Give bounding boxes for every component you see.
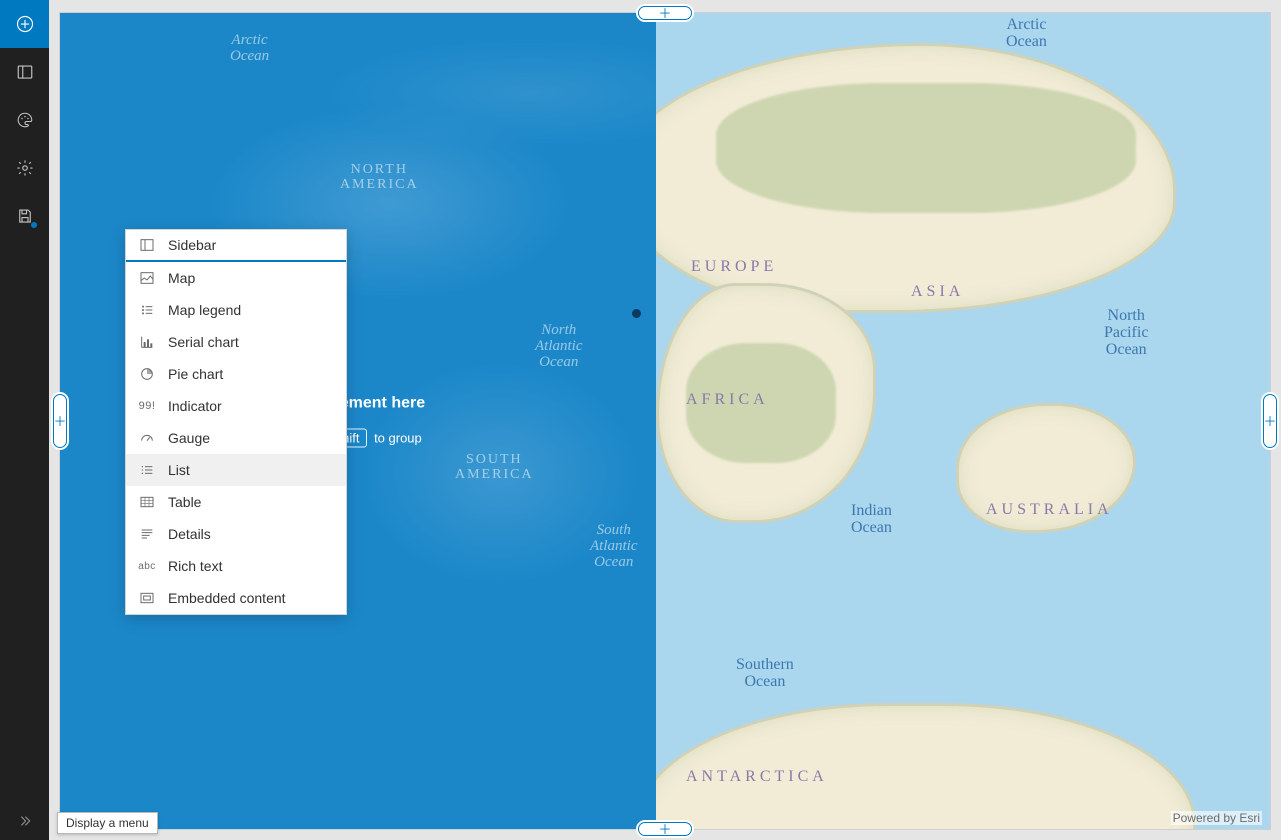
layout-icon: [16, 63, 34, 81]
menu-item-label: Indicator: [168, 398, 222, 414]
gear-icon: [16, 159, 34, 177]
label-southern-ocean: SouthernOcean: [736, 657, 794, 691]
palette-icon: [16, 111, 34, 129]
menu-item-label: Rich text: [168, 558, 222, 574]
menu-item-table[interactable]: Table: [126, 486, 346, 518]
menu-item-label: Sidebar: [168, 237, 216, 253]
menu-item-label: Map legend: [168, 302, 241, 318]
nav-rail: [0, 0, 49, 840]
menu-item-rich-text[interactable]: abc Rich text: [126, 550, 346, 582]
element-menu: Sidebar Map Map legend Serial chart Pie …: [125, 229, 347, 615]
add-handle-top[interactable]: ＋: [638, 6, 692, 20]
unsaved-dot-icon: [31, 222, 37, 228]
bar-chart-icon: [138, 333, 156, 351]
list-icon: [138, 461, 156, 479]
plus-icon: ＋: [658, 7, 671, 20]
add-handle-left[interactable]: ＋: [53, 394, 67, 448]
drop-hint-suffix: to group: [374, 431, 422, 446]
stage: ArcticOcean NORTHAMERICA SOUTHAMERICA No…: [49, 0, 1281, 840]
menu-item-label: List: [168, 462, 190, 478]
nav-layout[interactable]: [0, 48, 49, 96]
tooltip: Display a menu: [57, 812, 158, 834]
menu-item-serial-chart[interactable]: Serial chart: [126, 326, 346, 358]
map-icon: [138, 269, 156, 287]
menu-item-label: Details: [168, 526, 211, 542]
menu-item-sidebar[interactable]: Sidebar: [126, 230, 346, 262]
label-arctic-ocean: ArcticOcean: [1006, 17, 1047, 51]
label-indian-ocean: IndianOcean: [851, 503, 892, 537]
chevrons-right-icon: [17, 813, 33, 829]
menu-item-gauge[interactable]: Gauge: [126, 422, 346, 454]
details-icon: [138, 525, 156, 543]
map-point-marker: [632, 309, 641, 318]
sidebar-icon: [138, 236, 156, 254]
ghost-label-na: NORTHAMERICA: [340, 163, 419, 192]
ghost-label-sa: SOUTHAMERICA: [455, 453, 534, 482]
plus-icon: ＋: [658, 823, 671, 836]
add-handle-bottom[interactable]: ＋: [638, 822, 692, 836]
menu-item-list[interactable]: List: [126, 454, 346, 486]
add-handle-right[interactable]: ＋: [1263, 394, 1277, 448]
map-attribution-right: Powered by Esri: [1171, 811, 1262, 825]
label-antarctica: ANTARCTICA: [686, 768, 828, 786]
table-icon: [138, 493, 156, 511]
nav-save[interactable]: [0, 192, 49, 240]
menu-item-map[interactable]: Map: [126, 262, 346, 294]
menu-item-label: Pie chart: [168, 366, 223, 382]
gauge-icon: [138, 429, 156, 447]
plus-circle-icon: [16, 15, 34, 33]
nav-expand[interactable]: [0, 802, 49, 840]
menu-item-label: Table: [168, 494, 201, 510]
ghost-label-arctic: ArcticOcean: [230, 33, 269, 65]
plus-icon: ＋: [54, 415, 67, 428]
menu-item-indicator[interactable]: 99! Indicator: [126, 390, 346, 422]
label-africa: AFRICA: [686, 391, 769, 409]
menu-item-label: Gauge: [168, 430, 210, 446]
label-europe: EUROPE: [691, 258, 777, 276]
map-widget[interactable]: ArcticOcean EUROPE ASIA AFRICA AUSTRALIA…: [656, 13, 1270, 829]
menu-item-label: Serial chart: [168, 334, 239, 350]
nav-settings[interactable]: [0, 144, 49, 192]
ghost-label-natl: NorthAtlanticOcean: [535, 323, 583, 370]
label-north-pacific: NorthPacificOcean: [1104, 308, 1148, 358]
menu-item-legend[interactable]: Map legend: [126, 294, 346, 326]
rich-text-icon: abc: [138, 557, 156, 575]
nav-add[interactable]: [0, 0, 49, 48]
menu-item-details[interactable]: Details: [126, 518, 346, 550]
ghost-label-satl: SouthAtlanticOcean: [590, 523, 638, 570]
menu-item-pie-chart[interactable]: Pie chart: [126, 358, 346, 390]
embedded-icon: [138, 589, 156, 607]
nav-theme[interactable]: [0, 96, 49, 144]
menu-item-embedded[interactable]: Embedded content: [126, 582, 346, 614]
menu-item-label: Map: [168, 270, 195, 286]
label-asia: ASIA: [911, 283, 964, 301]
plus-icon: ＋: [1264, 415, 1277, 428]
legend-icon: [138, 301, 156, 319]
pie-chart-icon: [138, 365, 156, 383]
label-australia: AUSTRALIA: [986, 501, 1113, 519]
indicator-icon: 99!: [138, 397, 156, 415]
menu-item-label: Embedded content: [168, 590, 286, 606]
